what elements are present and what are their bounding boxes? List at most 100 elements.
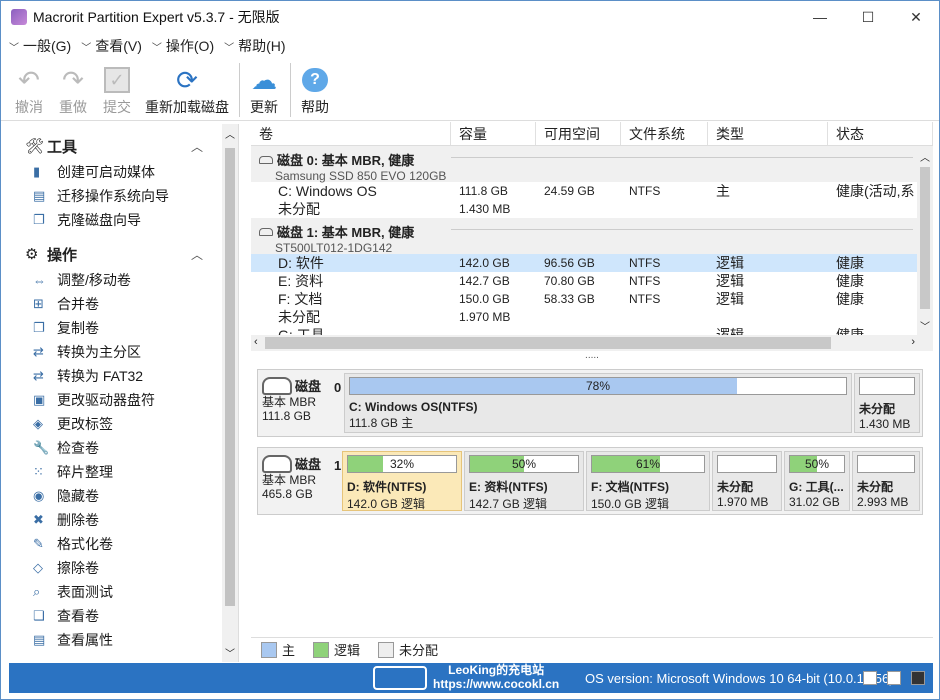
column-header[interactable]: 卷 bbox=[251, 122, 451, 145]
sidebar-op-item-11[interactable]: ✎ 格式化卷 bbox=[9, 532, 238, 556]
column-header[interactable]: 状态 bbox=[828, 122, 933, 145]
tools-section-title: 工具 bbox=[47, 138, 78, 156]
disk-map-0[interactable]: 磁盘 0 基本 MBR 111.8 GB 78% C: Windows OS(NT… bbox=[257, 369, 923, 437]
sidebar-op-item-7[interactable]: 🔧 检查卷 bbox=[9, 436, 238, 460]
table-cell: 主 bbox=[716, 183, 730, 199]
partition-block[interactable]: 78% C: Windows OS(NTFS) 111.8 GB 主 bbox=[344, 373, 852, 433]
partition-block[interactable]: 32% D: 软件(NTFS) 142.0 GB 逻辑 bbox=[342, 451, 462, 511]
column-header[interactable]: 文件系统 bbox=[621, 122, 708, 145]
sidebar-op-item-3[interactable]: ⇄ 转换为主分区 bbox=[9, 340, 238, 364]
undo-label: 撤消 bbox=[15, 99, 43, 115]
disk-header-row[interactable]: 磁盘 1: 基本 MBR, 健康 ST500LT012-1DG142 bbox=[251, 218, 933, 255]
usage-fill bbox=[348, 456, 383, 472]
menu-general[interactable]: ﹀ 一般(G) bbox=[9, 36, 71, 56]
commit-button[interactable]: ✓ 提交 bbox=[101, 59, 133, 117]
usage-percent: 61% bbox=[635, 457, 661, 471]
chevron-down-icon: ﹀ bbox=[224, 42, 235, 54]
usage-bar: 61% bbox=[591, 455, 705, 473]
sidebar-op-item-9[interactable]: ◉ 隐藏卷 bbox=[9, 484, 238, 508]
column-header[interactable]: 容量 bbox=[451, 122, 536, 145]
partition-block[interactable]: 未分配 1.430 MB bbox=[854, 373, 920, 433]
status-bar: LeoKing的充电站 https://www.cocokl.cn OS ver… bbox=[9, 663, 933, 693]
legend-logical-swatch bbox=[313, 641, 330, 658]
scrollbar-thumb[interactable] bbox=[920, 167, 930, 309]
table-row[interactable]: E: 资料 142.7 GB 70.80 GB NTFS 逻辑 健康 bbox=[251, 272, 933, 290]
menu-operation[interactable]: ﹀ 操作(O) bbox=[152, 36, 214, 56]
tools-section-header[interactable]: 🛠 工具 ︿ bbox=[9, 132, 238, 160]
table-row[interactable]: 未分配 1.430 MB bbox=[251, 200, 933, 218]
sidebar-op-item-0[interactable]: ⇔ 调整/移动卷 bbox=[9, 268, 238, 292]
sidebar-op-item-2[interactable]: ❐ 复制卷 bbox=[9, 316, 238, 340]
sidebar-item-label: 查看属性 bbox=[57, 632, 113, 648]
sidebar-op-item-6[interactable]: ◈ 更改标签 bbox=[9, 412, 238, 436]
table-row[interactable]: 未分配 1.970 MB bbox=[251, 308, 933, 326]
table-row[interactable]: F: 文档 150.0 GB 58.33 GB NTFS 逻辑 健康 bbox=[251, 290, 933, 308]
sidebar-op-item-15[interactable]: ▤ 查看属性 bbox=[9, 628, 238, 652]
status-square-icon bbox=[863, 671, 877, 685]
close-button[interactable]: ✕ bbox=[893, 1, 939, 33]
sidebar-op-item-13[interactable]: ⌕ 表面测试 bbox=[9, 580, 238, 604]
disk-icon bbox=[259, 227, 273, 236]
sidebar-scrollbar[interactable]: ︿ ﹀ bbox=[222, 124, 238, 662]
sidebar-tool-item-2[interactable]: ❐ 克隆磁盘向导 bbox=[9, 208, 238, 232]
column-header[interactable]: 可用空间 bbox=[536, 122, 621, 145]
sidebar-item-label: 检查卷 bbox=[57, 440, 99, 456]
maximize-button[interactable]: ☐ bbox=[845, 1, 891, 33]
pane-splitter[interactable]: ..... bbox=[251, 351, 933, 363]
table-vertical-scrollbar[interactable]: ︿ ﹀ bbox=[917, 147, 933, 335]
sidebar-op-item-icon: ✖ bbox=[33, 512, 44, 527]
scroll-right-icon[interactable]: › bbox=[911, 336, 915, 348]
menu-help[interactable]: ﹀ 帮助(H) bbox=[224, 36, 285, 56]
partition-block[interactable]: 61% F: 文档(NTFS) 150.0 GB 逻辑 bbox=[586, 451, 710, 511]
collapse-icon[interactable]: ︿ bbox=[191, 138, 203, 155]
scroll-down-icon[interactable]: ﹀ bbox=[920, 318, 930, 333]
ops-section-header[interactable]: ⚙ 操作 ︿ bbox=[9, 240, 238, 268]
undo-button[interactable]: ↶ 撤消 bbox=[13, 59, 45, 117]
commit-label: 提交 bbox=[103, 99, 131, 115]
disk-model: Samsung SSD 850 EVO 120GB bbox=[275, 169, 447, 183]
sidebar-tool-item-1[interactable]: ▤ 迁移操作系统向导 bbox=[9, 184, 238, 208]
table-cell: 111.8 GB bbox=[459, 184, 508, 198]
usage-bar: 78% bbox=[349, 377, 847, 395]
scroll-up-icon[interactable]: ︿ bbox=[225, 126, 235, 141]
redo-button[interactable]: ↷ 重做 bbox=[57, 59, 89, 117]
disk-map-1[interactable]: 磁盘 1 基本 MBR 465.8 GB 32% D: 软件(NTFS) 142.0… bbox=[257, 447, 923, 515]
sidebar-op-item-1[interactable]: ⊞ 合并卷 bbox=[9, 292, 238, 316]
partition-block[interactable]: 未分配 2.993 MB bbox=[852, 451, 920, 511]
column-header[interactable]: 类型 bbox=[708, 122, 828, 145]
table-row[interactable]: C: Windows OS 111.8 GB 24.59 GB NTFS 主健康(活动,… bbox=[251, 182, 933, 200]
scroll-left-icon[interactable]: ‹ bbox=[254, 336, 258, 348]
watermark-line: LeoKing的充电站 bbox=[448, 663, 545, 677]
help-button[interactable]: ? 帮助 bbox=[299, 59, 331, 117]
scrollbar-thumb[interactable] bbox=[265, 337, 831, 349]
sidebar-op-item-icon: ✎ bbox=[33, 536, 44, 551]
sidebar-op-item-14[interactable]: ❑ 查看卷 bbox=[9, 604, 238, 628]
update-button[interactable]: ☁ 更新 bbox=[248, 59, 280, 117]
table-cell: NTFS bbox=[629, 184, 661, 198]
partition-block[interactable]: 50% G: 工具(... 31.02 GB bbox=[784, 451, 850, 511]
table-horizontal-scrollbar[interactable]: ‹ › bbox=[251, 335, 933, 351]
sidebar-op-item-icon: ⁙ bbox=[33, 464, 44, 479]
sidebar-op-item-icon: ⇄ bbox=[33, 344, 44, 359]
sidebar-op-item-4[interactable]: ⇄ 转换为 FAT32 bbox=[9, 364, 238, 388]
usage-bar bbox=[857, 455, 915, 473]
sidebar-op-item-icon: ⊞ bbox=[33, 296, 44, 311]
sidebar-op-item-8[interactable]: ⁙ 碎片整理 bbox=[9, 460, 238, 484]
sidebar-op-item-12[interactable]: ◇ 擦除卷 bbox=[9, 556, 238, 580]
minimize-button[interactable]: — bbox=[797, 1, 843, 33]
sidebar-op-item-10[interactable]: ✖ 删除卷 bbox=[9, 508, 238, 532]
sidebar-op-item-5[interactable]: ▣ 更改驱动器盘符 bbox=[9, 388, 238, 412]
menu-view[interactable]: ﹀ 查看(V) bbox=[81, 36, 142, 56]
scrollbar-thumb[interactable] bbox=[225, 148, 235, 606]
sidebar-tool-item-0[interactable]: ▮ 创建可启动媒体 bbox=[9, 160, 238, 184]
table-row[interactable]: D: 软件 142.0 GB 96.56 GB NTFS 逻辑 健康 bbox=[251, 254, 933, 272]
collapse-icon[interactable]: ︿ bbox=[191, 246, 203, 263]
partition-block[interactable]: 50% E: 资料(NTFS) 142.7 GB 逻辑 bbox=[464, 451, 584, 511]
scroll-down-icon[interactable]: ﹀ bbox=[225, 645, 235, 660]
disk-header-row[interactable]: 磁盘 0: 基本 MBR, 健康 Samsung SSD 850 EVO 120… bbox=[251, 146, 933, 183]
reload-disk-button[interactable]: ⟳ 重新加载磁盘 bbox=[145, 59, 229, 117]
partition-name: E: 资料(NTFS) bbox=[469, 480, 548, 494]
partition-block[interactable]: 未分配 1.970 MB bbox=[712, 451, 782, 511]
tools-icon: 🛠 bbox=[25, 138, 45, 155]
scroll-up-icon[interactable]: ︿ bbox=[920, 149, 930, 164]
